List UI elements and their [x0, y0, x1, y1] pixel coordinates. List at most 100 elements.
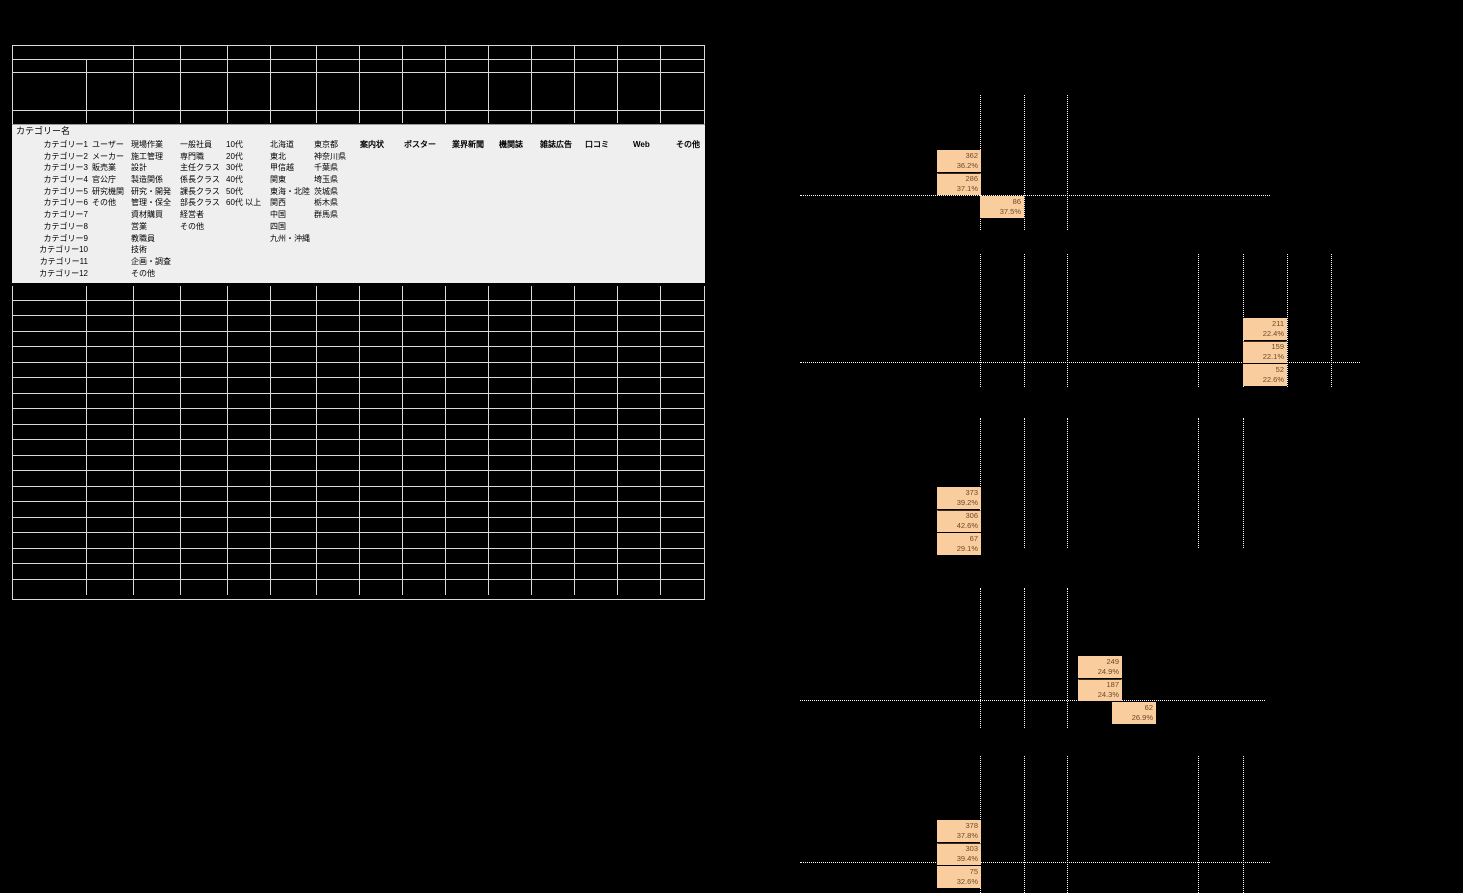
grid-cell[interactable] — [618, 548, 661, 563]
grid-cell[interactable] — [489, 285, 533, 300]
grid-cell[interactable] — [489, 347, 533, 362]
grid-row[interactable] — [13, 471, 704, 487]
grid-cell[interactable] — [575, 285, 619, 300]
grid-cell[interactable] — [660, 471, 704, 486]
grid-cell[interactable] — [134, 517, 181, 532]
grid-cell[interactable] — [360, 285, 404, 300]
grid-cell[interactable] — [489, 440, 533, 455]
grid-row[interactable] — [13, 486, 704, 502]
grid-cell[interactable] — [575, 393, 619, 408]
grid-cell[interactable] — [270, 579, 318, 595]
grid-cell[interactable] — [270, 362, 318, 377]
grid-cell[interactable] — [317, 73, 361, 110]
grid-cell[interactable] — [134, 455, 181, 470]
grid-cell[interactable] — [134, 60, 181, 72]
grid-cell[interactable] — [360, 579, 404, 595]
grid-cell[interactable] — [317, 46, 361, 59]
grid-cell[interactable] — [489, 424, 533, 439]
grid-cell[interactable] — [489, 579, 533, 595]
grid-cell[interactable] — [532, 455, 576, 470]
grid-cell[interactable] — [360, 564, 404, 579]
grid-cell[interactable] — [532, 579, 576, 595]
grid-cell[interactable] — [180, 440, 228, 455]
grid-row[interactable] — [13, 424, 704, 440]
grid-cell[interactable] — [446, 471, 490, 486]
grid-cell[interactable] — [227, 111, 271, 123]
grid-cell[interactable] — [180, 409, 228, 424]
grid-cell[interactable] — [227, 316, 271, 331]
grid-cell[interactable] — [532, 548, 576, 563]
grid-cell[interactable] — [134, 564, 181, 579]
grid-cell[interactable] — [532, 60, 576, 72]
grid-cell[interactable] — [660, 409, 704, 424]
grid-row[interactable] — [13, 46, 704, 60]
grid-cell[interactable] — [270, 111, 318, 123]
grid-cell[interactable] — [180, 548, 228, 563]
grid-cell[interactable] — [618, 486, 661, 501]
grid-cell[interactable] — [270, 73, 318, 110]
grid-cell[interactable] — [489, 316, 533, 331]
grid-cell[interactable] — [270, 548, 318, 563]
grid-cell[interactable] — [360, 300, 404, 315]
grid-cell[interactable] — [618, 73, 661, 110]
grid-cell[interactable] — [618, 579, 661, 595]
grid-cell[interactable] — [13, 455, 88, 470]
grid-cell[interactable] — [317, 440, 361, 455]
grid-cell[interactable] — [317, 564, 361, 579]
grid-cell[interactable] — [87, 517, 135, 532]
grid-cell[interactable] — [403, 486, 447, 501]
grid-cell[interactable] — [87, 60, 135, 72]
grid-cell[interactable] — [532, 378, 576, 393]
grid-cell[interactable] — [270, 285, 318, 300]
grid-cell[interactable] — [134, 378, 181, 393]
grid-cell[interactable] — [227, 46, 271, 59]
grid-row[interactable] — [13, 533, 704, 549]
grid-cell[interactable] — [660, 331, 704, 346]
grid-cell[interactable] — [134, 73, 181, 110]
grid-cell[interactable] — [575, 331, 619, 346]
grid-cell[interactable] — [403, 564, 447, 579]
grid-cell[interactable] — [360, 111, 404, 123]
grid-cell[interactable] — [134, 424, 181, 439]
grid-cell[interactable] — [403, 316, 447, 331]
grid-cell[interactable] — [134, 300, 181, 315]
grid-cell[interactable] — [317, 455, 361, 470]
grid-cell[interactable] — [227, 471, 271, 486]
grid-cell[interactable] — [13, 564, 88, 579]
grid-cell[interactable] — [317, 316, 361, 331]
grid-cell[interactable] — [660, 46, 704, 59]
grid-cell[interactable] — [13, 73, 88, 110]
grid-cell[interactable] — [13, 331, 88, 346]
grid-cell[interactable] — [87, 393, 135, 408]
grid-cell[interactable] — [180, 46, 228, 59]
grid-cell[interactable] — [660, 300, 704, 315]
grid-cell[interactable] — [532, 486, 576, 501]
grid-cell[interactable] — [532, 331, 576, 346]
grid-cell[interactable] — [360, 46, 404, 59]
grid-cell[interactable] — [13, 316, 88, 331]
grid-cell[interactable] — [317, 424, 361, 439]
grid-cell[interactable] — [489, 73, 533, 110]
grid-cell[interactable] — [270, 347, 318, 362]
grid-cell[interactable] — [446, 362, 490, 377]
grid-cell[interactable] — [446, 517, 490, 532]
grid-cell[interactable] — [489, 111, 533, 123]
grid-cell[interactable] — [134, 471, 181, 486]
grid-cell[interactable] — [227, 502, 271, 517]
grid-cell[interactable] — [618, 424, 661, 439]
grid-cell[interactable] — [403, 60, 447, 72]
grid-cell[interactable] — [270, 300, 318, 315]
grid-cell[interactable] — [489, 362, 533, 377]
grid-cell[interactable] — [446, 424, 490, 439]
grid-row[interactable] — [13, 378, 704, 394]
grid-cell[interactable] — [446, 285, 490, 300]
grid-cell[interactable] — [227, 533, 271, 548]
grid-cell[interactable] — [660, 316, 704, 331]
grid-cell[interactable] — [13, 378, 88, 393]
grid-cell[interactable] — [180, 285, 228, 300]
grid-cell[interactable] — [489, 331, 533, 346]
grid-cell[interactable] — [489, 564, 533, 579]
grid-cell[interactable] — [227, 60, 271, 72]
grid-cell[interactable] — [532, 46, 576, 59]
grid-cell[interactable] — [317, 579, 361, 595]
